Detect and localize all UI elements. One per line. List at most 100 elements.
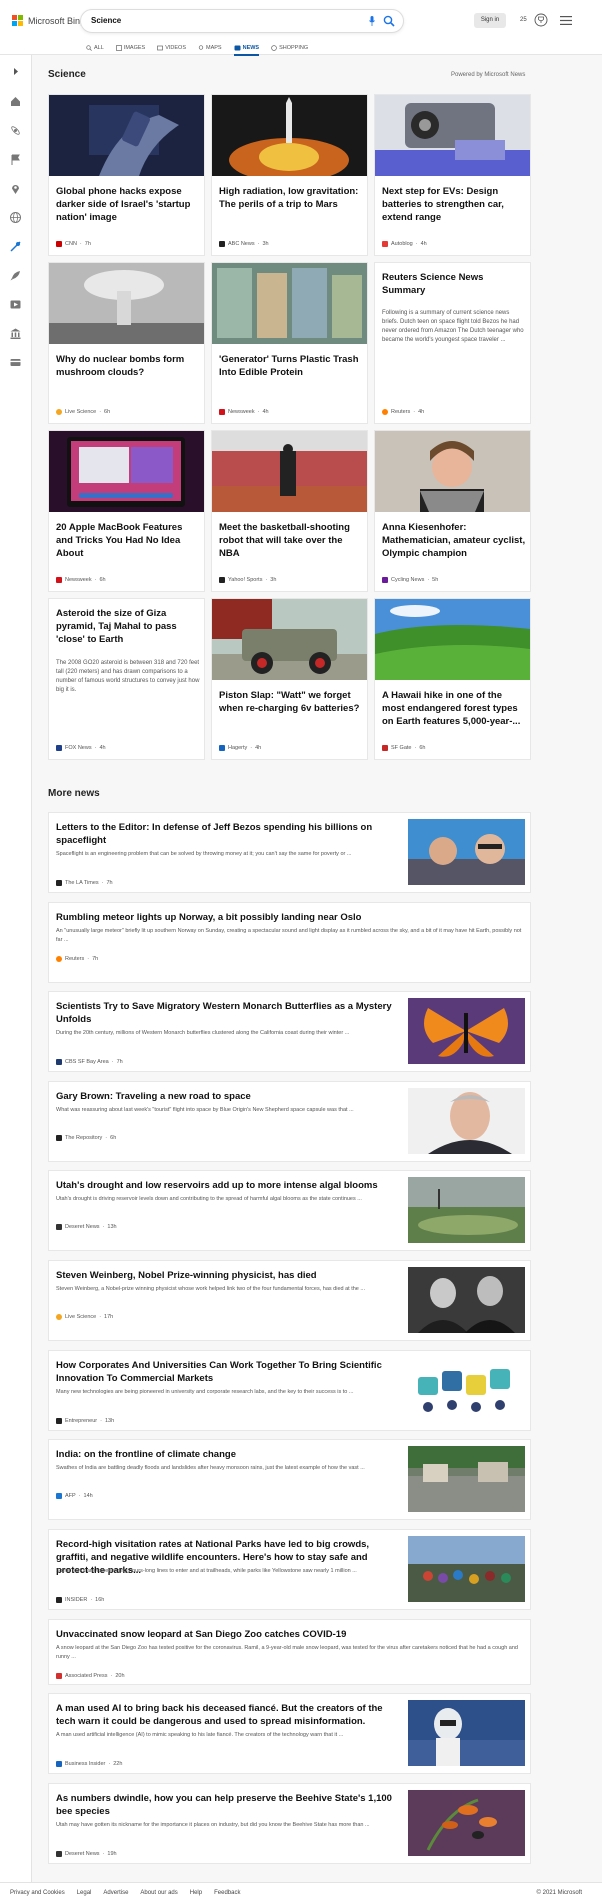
source-name: The Repository — [65, 1135, 103, 1141]
source-age: 5h — [432, 577, 439, 583]
source-logo-icon — [56, 1224, 62, 1230]
video-icon — [157, 45, 164, 50]
source-name: Deseret News — [65, 1224, 100, 1230]
card-title[interactable]: Why do nuclear bombs form mushroom cloud… — [56, 353, 200, 379]
news-card[interactable]: 20 Apple MacBook Features and Tricks You… — [48, 430, 205, 592]
news-row[interactable]: Rumbling meteor lights up Norway, a bit … — [48, 902, 531, 983]
card-title[interactable]: Anna Kiesenhofer: Mathematician, amateur… — [382, 521, 526, 560]
card-title[interactable]: A Hawaii hike in one of the most endange… — [382, 689, 526, 728]
microphone-icon[interactable] — [369, 16, 375, 26]
card-title[interactable]: Next step for EVs: Design batteries to s… — [382, 185, 526, 224]
news-card[interactable]: A Hawaii hike in one of the most endange… — [374, 598, 531, 760]
row-title[interactable]: India: on the frontline of climate chang… — [56, 1448, 398, 1461]
card-title[interactable]: Piston Slap: "Watt" we forget when re-ch… — [219, 689, 363, 715]
news-row[interactable]: Scientists Try to Save Migratory Western… — [48, 991, 531, 1072]
hamburger-menu-icon[interactable] — [560, 16, 572, 25]
news-row[interactable]: Unvaccinated snow leopard at San Diego Z… — [48, 1619, 531, 1685]
tab-maps[interactable]: MAPS — [198, 40, 222, 55]
rewards-trophy-icon[interactable] — [534, 13, 548, 27]
news-card[interactable]: Piston Slap: "Watt" we forget when re-ch… — [211, 598, 368, 760]
news-row[interactable]: Letters to the Editor: In defense of Jef… — [48, 812, 531, 893]
location-icon[interactable] — [9, 182, 22, 195]
footer-link-legal[interactable]: Legal — [77, 1890, 92, 1896]
news-row[interactable]: Steven Weinberg, Nobel Prize-winning phy… — [48, 1260, 531, 1341]
news-row[interactable]: Gary Brown: Traveling a new road to spac… — [48, 1081, 531, 1162]
source-name: Cycling News — [391, 577, 425, 583]
source-name: INSIDER — [65, 1597, 88, 1603]
tab-videos[interactable]: VIDEOS — [157, 40, 186, 55]
card-source: Cycling News · 5h — [382, 577, 438, 583]
row-snippet: During the 20th century, millions of Wes… — [56, 1030, 350, 1036]
search-input[interactable]: Science — [80, 9, 404, 33]
tab-images[interactable]: IMAGES — [115, 40, 145, 55]
footer-link-privacy[interactable]: Privacy and Cookies — [10, 1890, 65, 1896]
sign-in-button[interactable]: Sign in — [474, 13, 506, 28]
card-image — [212, 599, 367, 680]
source-age: 3h — [270, 577, 277, 583]
row-title[interactable]: Steven Weinberg, Nobel Prize-winning phy… — [56, 1269, 398, 1282]
news-row[interactable]: Record-high visitation rates at National… — [48, 1529, 531, 1610]
video-icon[interactable] — [9, 298, 22, 311]
health-icon[interactable] — [9, 240, 22, 253]
row-title[interactable]: A man used AI to bring back his deceased… — [56, 1702, 398, 1728]
news-row[interactable]: India: on the frontline of climate chang… — [48, 1439, 531, 1520]
expand-icon[interactable] — [9, 65, 22, 78]
card-title[interactable]: Asteroid the size of Giza pyramid, Taj M… — [56, 607, 200, 646]
news-card[interactable]: Why do nuclear bombs form mushroom cloud… — [48, 262, 205, 424]
row-title[interactable]: Letters to the Editor: In defense of Jef… — [56, 821, 398, 847]
row-title[interactable]: Gary Brown: Traveling a new road to spac… — [56, 1090, 398, 1103]
tab-news[interactable]: NEWS — [233, 40, 259, 56]
row-snippet: Utah's drought is driving reservoir leve… — [56, 1196, 362, 1202]
card-title[interactable]: Global phone hacks expose darker side of… — [56, 185, 200, 224]
row-source: Associated Press · 20h — [56, 1673, 125, 1679]
news-card[interactable]: High radiation, low gravitation: The per… — [211, 94, 368, 256]
footer-link-advertise[interactable]: Advertise — [103, 1890, 128, 1896]
search-query-text[interactable]: Science — [91, 16, 121, 25]
row-snippet: Utah may have gotten its nickname for th… — [56, 1822, 370, 1828]
row-snippet: Many new technologies are being pioneere… — [56, 1389, 354, 1395]
tab-shopping[interactable]: SHOPPING — [271, 40, 308, 55]
footer-link-about-ads[interactable]: About our ads — [140, 1890, 177, 1896]
government-icon[interactable] — [9, 327, 22, 340]
row-title[interactable]: As numbers dwindle, how you can help pre… — [56, 1792, 398, 1818]
card-title[interactable]: 'Generator' Turns Plastic Trash Into Edi… — [219, 353, 363, 379]
news-card[interactable]: Next step for EVs: Design batteries to s… — [374, 94, 531, 256]
card-title[interactable]: Meet the basketball-shooting robot that … — [219, 521, 363, 560]
news-row[interactable]: How Corporates And Universities Can Work… — [48, 1350, 531, 1431]
row-snippet: What was reassuring about last week's "t… — [56, 1107, 354, 1113]
footer-link-help[interactable]: Help — [190, 1890, 202, 1896]
news-row[interactable]: Utah's drought and low reservoirs add up… — [48, 1170, 531, 1251]
card-title[interactable]: 20 Apple MacBook Features and Tricks You… — [56, 521, 200, 560]
rewards-count[interactable]: 25 — [520, 17, 527, 23]
row-thumbnail — [408, 998, 525, 1064]
rocket-icon[interactable] — [9, 269, 22, 282]
source-age: 6h — [99, 577, 106, 583]
science-icon[interactable] — [9, 124, 22, 137]
source-logo-icon — [382, 409, 388, 415]
news-row[interactable]: A man used AI to bring back his deceased… — [48, 1693, 531, 1774]
home-icon[interactable] — [9, 95, 22, 108]
search-icon[interactable] — [383, 15, 395, 27]
tab-all[interactable]: ALL — [86, 40, 104, 55]
flag-icon[interactable] — [9, 153, 22, 166]
news-card[interactable]: Anna Kiesenhofer: Mathematician, amateur… — [374, 430, 531, 592]
source-name: Live Science — [65, 1314, 97, 1320]
row-title[interactable]: Scientists Try to Save Migratory Western… — [56, 1000, 398, 1026]
row-title[interactable]: Unvaccinated snow leopard at San Diego Z… — [56, 1628, 522, 1641]
source-age: 22h — [113, 1761, 123, 1767]
row-title[interactable]: How Corporates And Universities Can Work… — [56, 1359, 398, 1385]
footer-link-feedback[interactable]: Feedback — [214, 1890, 240, 1896]
row-title[interactable]: Utah's drought and low reservoirs add up… — [56, 1179, 398, 1192]
bing-logo[interactable]: Microsoft Bing — [12, 15, 85, 26]
news-card[interactable]: Asteroid the size of Giza pyramid, Taj M… — [48, 598, 205, 760]
row-title[interactable]: Rumbling meteor lights up Norway, a bit … — [56, 911, 522, 924]
globe-icon[interactable] — [9, 211, 22, 224]
card-title[interactable]: Reuters Science News Summary — [382, 271, 526, 297]
news-card[interactable]: Meet the basketball-shooting robot that … — [211, 430, 368, 592]
card-icon[interactable] — [9, 356, 22, 369]
card-title[interactable]: High radiation, low gravitation: The per… — [219, 185, 363, 211]
news-card[interactable]: Global phone hacks expose darker side of… — [48, 94, 205, 256]
news-card[interactable]: Reuters Science News Summary Following i… — [374, 262, 531, 424]
news-card[interactable]: 'Generator' Turns Plastic Trash Into Edi… — [211, 262, 368, 424]
news-row[interactable]: As numbers dwindle, how you can help pre… — [48, 1783, 531, 1864]
